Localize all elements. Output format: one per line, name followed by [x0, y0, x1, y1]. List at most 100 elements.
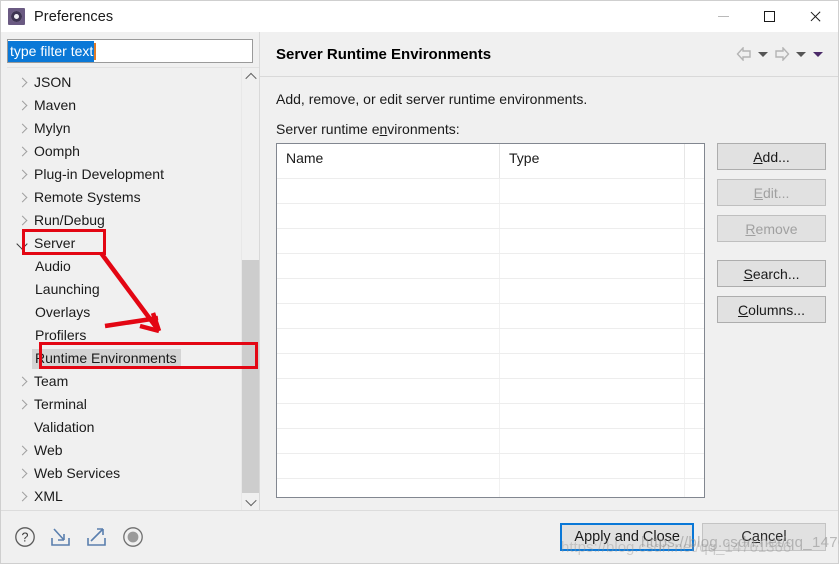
chevron-right-icon[interactable] — [15, 466, 31, 482]
maximize-button[interactable] — [746, 1, 792, 32]
remove-button: Remove — [717, 215, 826, 242]
button-label: Remove — [745, 221, 797, 237]
chevron-right-icon[interactable] — [15, 374, 31, 390]
cancel-button[interactable]: Cancel — [702, 523, 826, 551]
runtime-environments-table[interactable]: Name Type — [276, 143, 705, 498]
tree-item-label: Profilers — [35, 327, 86, 344]
tree-item-web-services[interactable]: Web Services — [7, 462, 241, 485]
import-icon[interactable] — [49, 525, 73, 549]
chevron-right-icon[interactable] — [15, 489, 31, 505]
close-button[interactable] — [792, 1, 838, 32]
table-row[interactable] — [277, 453, 704, 478]
record-icon[interactable] — [121, 525, 145, 549]
table-row[interactable] — [277, 203, 704, 228]
tree-item-team[interactable]: Team — [7, 370, 241, 393]
scrollbar-thumb[interactable] — [242, 260, 259, 493]
add-button[interactable]: Add... — [717, 143, 826, 170]
chevron-right-icon[interactable] — [15, 121, 31, 137]
table-cell — [499, 429, 684, 453]
table-row[interactable] — [277, 303, 704, 328]
table-cell — [277, 429, 499, 453]
search-button[interactable]: Search... — [717, 260, 826, 287]
tree-item-label: Overlays — [35, 304, 90, 321]
svg-text:?: ? — [22, 531, 29, 545]
scroll-up-icon[interactable] — [242, 68, 259, 85]
tree-item-plug-in-development[interactable]: Plug-in Development — [7, 163, 241, 186]
tree-item-xml[interactable]: XML — [7, 485, 241, 508]
tree-item-launching[interactable]: Launching — [7, 278, 241, 301]
tree-item-terminal[interactable]: Terminal — [7, 393, 241, 416]
column-header-name[interactable]: Name — [277, 144, 499, 178]
table-row[interactable] — [277, 328, 704, 353]
table-cell — [277, 279, 499, 303]
tree-item-runtime-environments[interactable]: Runtime Environments — [7, 347, 241, 370]
table-body[interactable] — [277, 178, 704, 497]
tree-item-label: Web Services — [34, 465, 120, 482]
minimize-button[interactable] — [700, 1, 746, 32]
back-menu-chevron-down-icon[interactable] — [754, 44, 771, 64]
tree-item-validation[interactable]: Validation — [7, 416, 241, 439]
tree-item-server[interactable]: Server — [7, 232, 241, 255]
table-row[interactable] — [277, 428, 704, 453]
tree-item-profilers[interactable]: Profilers — [7, 324, 241, 347]
columns-button[interactable]: Columns... — [717, 296, 826, 323]
chevron-right-icon[interactable] — [15, 397, 31, 413]
forward-arrow-icon[interactable] — [771, 44, 792, 64]
tree-item-label: Remote Systems — [34, 189, 141, 206]
tree-item-mylyn[interactable]: Mylyn — [7, 117, 241, 140]
tree-item-oomph[interactable]: Oomph — [7, 140, 241, 163]
button-label: Edit... — [754, 185, 790, 201]
table-header: Name Type — [277, 144, 704, 178]
column-header-type[interactable]: Type — [499, 144, 684, 178]
chevron-right-icon[interactable] — [15, 213, 31, 229]
tree-item-label: Maven — [34, 97, 76, 114]
table-cell — [499, 279, 684, 303]
chevron-down-icon[interactable] — [15, 236, 31, 252]
tree-item-json[interactable]: JSON — [7, 71, 241, 94]
table-row[interactable] — [277, 253, 704, 278]
table-row[interactable] — [277, 403, 704, 428]
tree-item-label: Runtime Environments — [32, 349, 181, 369]
tree-item-remote-systems[interactable]: Remote Systems — [7, 186, 241, 209]
table-row[interactable] — [277, 353, 704, 378]
overflow-menu-chevron-down-icon[interactable] — [809, 44, 826, 64]
table-cell — [499, 254, 684, 278]
tree-item-overlays[interactable]: Overlays — [7, 301, 241, 324]
chevron-right-icon[interactable] — [15, 443, 31, 459]
chevron-right-icon[interactable] — [15, 144, 31, 160]
column-header-extra[interactable] — [684, 144, 704, 178]
table-cell — [684, 229, 704, 253]
tree-scrollbar[interactable] — [241, 68, 259, 510]
help-icon[interactable]: ? — [13, 525, 37, 549]
table-cell — [499, 179, 684, 203]
scrollbar-track[interactable] — [242, 85, 259, 493]
tree-item-web[interactable]: Web — [7, 439, 241, 462]
tree-item-maven[interactable]: Maven — [7, 94, 241, 117]
preferences-tree[interactable]: JSON Maven MylynOomphPlug-in Development Re… — [7, 68, 241, 510]
table-cell — [277, 204, 499, 228]
window-title: Preferences — [34, 9, 113, 25]
export-icon[interactable] — [85, 525, 109, 549]
scroll-down-icon[interactable] — [242, 493, 259, 510]
chevron-right-icon[interactable] — [15, 190, 31, 206]
tree-item-run-debug[interactable]: Run/Debug — [7, 209, 241, 232]
table-cell — [499, 379, 684, 403]
chevron-right-icon[interactable] — [15, 167, 31, 183]
table-row[interactable] — [277, 278, 704, 303]
table-row[interactable] — [277, 228, 704, 253]
preferences-dialog: Preferences type filter text JSON Maven My… — [0, 0, 839, 564]
table-cell — [684, 254, 704, 278]
chevron-right-icon[interactable] — [15, 98, 31, 114]
back-arrow-icon[interactable] — [733, 44, 754, 64]
apply-and-close-button[interactable]: Apply and Close — [560, 523, 694, 551]
forward-menu-chevron-down-icon[interactable] — [792, 44, 809, 64]
footer-actions: Apply and Close Cancel — [560, 523, 826, 551]
table-row[interactable] — [277, 178, 704, 203]
table-row[interactable] — [277, 378, 704, 403]
table-row[interactable] — [277, 478, 704, 497]
filter-input[interactable]: type filter text — [7, 39, 253, 63]
tree-item-audio[interactable]: Audio — [7, 255, 241, 278]
chevron-right-icon[interactable] — [15, 75, 31, 91]
preferences-tree-wrapper: JSON Maven MylynOomphPlug-in Development Re… — [7, 67, 259, 510]
table-cell — [684, 379, 704, 403]
